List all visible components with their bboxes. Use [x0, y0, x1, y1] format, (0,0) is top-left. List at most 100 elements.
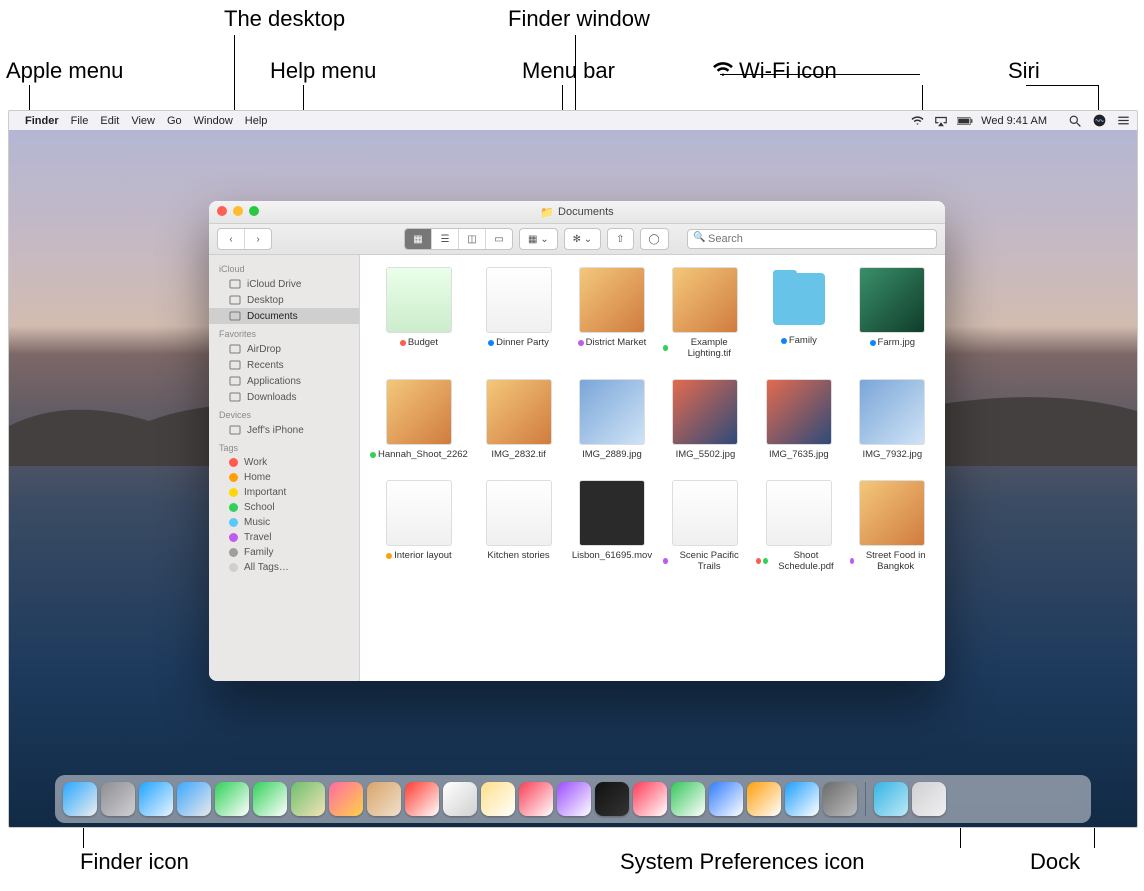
dock-reminders-icon[interactable]	[443, 782, 477, 816]
dock-downloads-icon[interactable]	[874, 782, 908, 816]
dock-calendar-icon[interactable]	[405, 782, 439, 816]
minimize-button[interactable]	[233, 206, 243, 216]
file-item[interactable]: IMG_2889.jpg	[569, 379, 654, 460]
finder-window[interactable]: 📁 Documents ‹ › ▦ ☰ ◫ ▭ ▦ ⌄ ✻ ⌄ ⇧ ◯ i	[209, 201, 945, 681]
tag-dot	[850, 558, 855, 564]
dock-maps-icon[interactable]	[291, 782, 325, 816]
sidebar-item-airdrop[interactable]: AirDrop	[209, 341, 359, 357]
menu-help[interactable]: Help	[245, 115, 268, 127]
list-view-button[interactable]: ☰	[432, 229, 459, 249]
file-item[interactable]: Hannah_Shoot_2262	[370, 379, 468, 460]
view-switcher: ▦ ☰ ◫ ▭	[404, 228, 513, 250]
dock-mail-icon[interactable]	[177, 782, 211, 816]
menu-file[interactable]: File	[71, 115, 89, 127]
dock-facetime-icon[interactable]	[215, 782, 249, 816]
tag-dot	[229, 488, 238, 497]
file-item[interactable]: Example Lighting.tif	[663, 267, 748, 359]
file-item[interactable]: Dinner Party	[476, 267, 561, 359]
file-item[interactable]: IMG_7932.jpg	[850, 379, 935, 460]
file-thumbnail	[486, 267, 552, 333]
battery-icon[interactable]	[957, 116, 973, 126]
column-view-button[interactable]: ◫	[459, 229, 486, 249]
close-button[interactable]	[217, 206, 227, 216]
menu-go[interactable]: Go	[167, 115, 182, 127]
file-item[interactable]: IMG_5502.jpg	[663, 379, 748, 460]
sidebar-item-jeff-s-iphone[interactable]: Jeff's iPhone	[209, 422, 359, 438]
dock-finder-icon[interactable]	[63, 782, 97, 816]
app-menu[interactable]: Finder	[25, 115, 59, 127]
dock-podcasts-icon[interactable]	[557, 782, 591, 816]
dock-numbers-icon[interactable]	[671, 782, 705, 816]
sidebar-item-applications[interactable]: Applications	[209, 373, 359, 389]
icon-view-button[interactable]: ▦	[405, 229, 432, 249]
dock-tv-icon[interactable]	[595, 782, 629, 816]
dock-notes-icon[interactable]	[481, 782, 515, 816]
sidebar-item-desktop[interactable]: Desktop	[209, 292, 359, 308]
sidebar-item-music[interactable]: Music	[209, 515, 359, 530]
file-item[interactable]: Street Food in Bangkok	[850, 480, 935, 572]
dock-app-store-icon[interactable]	[785, 782, 819, 816]
sidebar-item-travel[interactable]: Travel	[209, 530, 359, 545]
file-item[interactable]: Shoot Schedule.pdf	[756, 480, 841, 572]
back-button[interactable]: ‹	[218, 229, 245, 249]
file-item[interactable]: Scenic Pacific Trails	[663, 480, 748, 572]
search-input[interactable]	[687, 229, 937, 249]
dock-system-preferences-icon[interactable]	[823, 782, 857, 816]
dock-news-icon[interactable]	[633, 782, 667, 816]
folder-icon	[767, 267, 831, 331]
file-thumbnail	[859, 480, 925, 546]
sidebar-item-all-tags-[interactable]: All Tags…	[209, 560, 359, 575]
desktop[interactable]: Finder File Edit View Go Window Help Wed 9:41…	[8, 110, 1138, 828]
notification-center-icon[interactable]	[1115, 115, 1131, 126]
dock[interactable]	[55, 775, 1091, 823]
file-item[interactable]: IMG_7635.jpg	[756, 379, 841, 460]
share-button[interactable]: ⇧	[607, 228, 633, 250]
file-item[interactable]: Lisbon_61695.mov	[569, 480, 654, 572]
zoom-button[interactable]	[249, 206, 259, 216]
wifi-icon[interactable]	[909, 115, 925, 126]
file-item[interactable]: Family	[756, 267, 841, 359]
dock-photos-icon[interactable]	[329, 782, 363, 816]
spotlight-icon[interactable]	[1067, 115, 1083, 127]
action-button[interactable]: ✻ ⌄	[564, 228, 602, 250]
menu-edit[interactable]: Edit	[100, 115, 119, 127]
file-item[interactable]: District Market	[569, 267, 654, 359]
forward-button[interactable]: ›	[245, 229, 271, 249]
dock-launchpad-icon[interactable]	[101, 782, 135, 816]
file-name: Scenic Pacific Trails	[670, 550, 748, 572]
file-item[interactable]: Kitchen stories	[476, 480, 561, 572]
dock-trash-icon[interactable]	[912, 782, 946, 816]
sidebar-item-documents[interactable]: Documents	[209, 308, 359, 324]
file-item[interactable]: Budget	[370, 267, 468, 359]
dock-contacts-icon[interactable]	[367, 782, 401, 816]
menu-view[interactable]: View	[131, 115, 155, 127]
dock-safari-icon[interactable]	[139, 782, 173, 816]
menubar-clock[interactable]: Wed 9:41 AM	[981, 115, 1047, 127]
sidebar-item-downloads[interactable]: Downloads	[209, 389, 359, 405]
file-item[interactable]: Farm.jpg	[850, 267, 935, 359]
siri-icon[interactable]	[1091, 114, 1107, 127]
sidebar-item-work[interactable]: Work	[209, 455, 359, 470]
file-item[interactable]: IMG_2832.tif	[476, 379, 561, 460]
sidebar-item-family[interactable]: Family	[209, 545, 359, 560]
sidebar-header: Tags	[209, 438, 359, 455]
file-item[interactable]: Interior layout	[370, 480, 468, 572]
sidebar-item-icloud-drive[interactable]: iCloud Drive	[209, 276, 359, 292]
dock-messages-icon[interactable]	[253, 782, 287, 816]
gallery-view-button[interactable]: ▭	[486, 229, 512, 249]
finder-content[interactable]: BudgetDinner PartyDistrict MarketExample…	[360, 255, 945, 681]
tags-button[interactable]: ◯	[640, 228, 669, 250]
menu-window[interactable]: Window	[194, 115, 233, 127]
sidebar-item-home[interactable]: Home	[209, 470, 359, 485]
dock-music-icon[interactable]	[519, 782, 553, 816]
sidebar-item-school[interactable]: School	[209, 500, 359, 515]
airplay-icon[interactable]	[933, 115, 949, 127]
dock-pages-icon[interactable]	[747, 782, 781, 816]
sidebar-item-important[interactable]: Important	[209, 485, 359, 500]
sidebar-item-recents[interactable]: Recents	[209, 357, 359, 373]
finder-titlebar[interactable]: 📁 Documents	[209, 201, 945, 224]
search-field[interactable]	[687, 229, 937, 249]
file-thumbnail	[386, 480, 452, 546]
dock-keynote-icon[interactable]	[709, 782, 743, 816]
group-button[interactable]: ▦ ⌄	[519, 228, 558, 250]
